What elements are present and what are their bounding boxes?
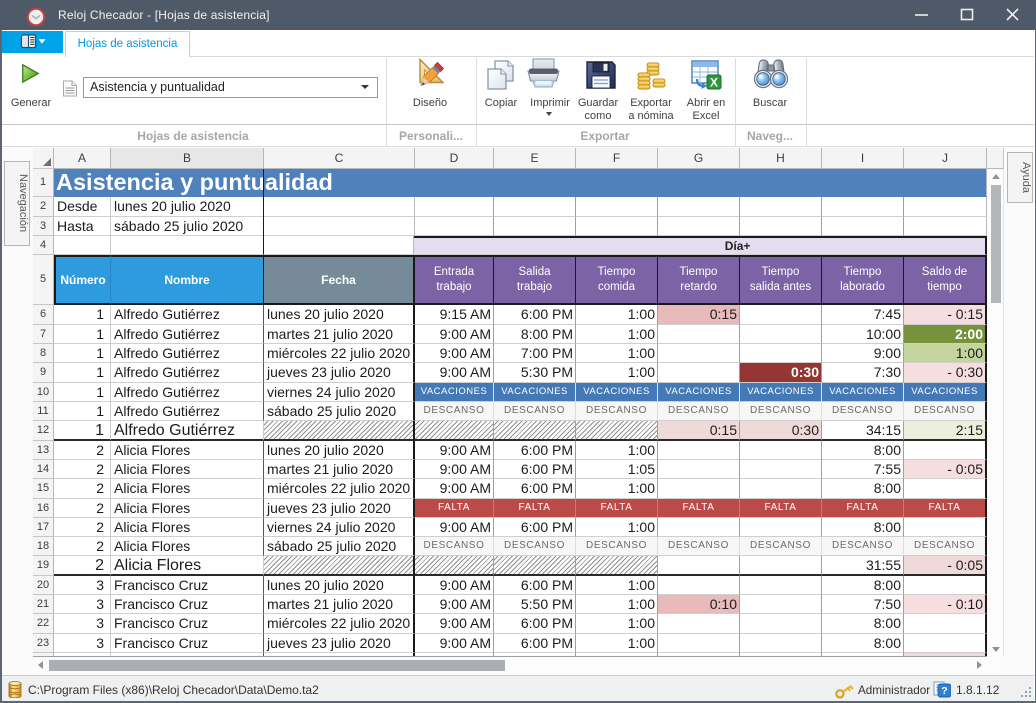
svg-text:X: X xyxy=(710,76,718,90)
svg-text:?: ? xyxy=(941,685,947,697)
